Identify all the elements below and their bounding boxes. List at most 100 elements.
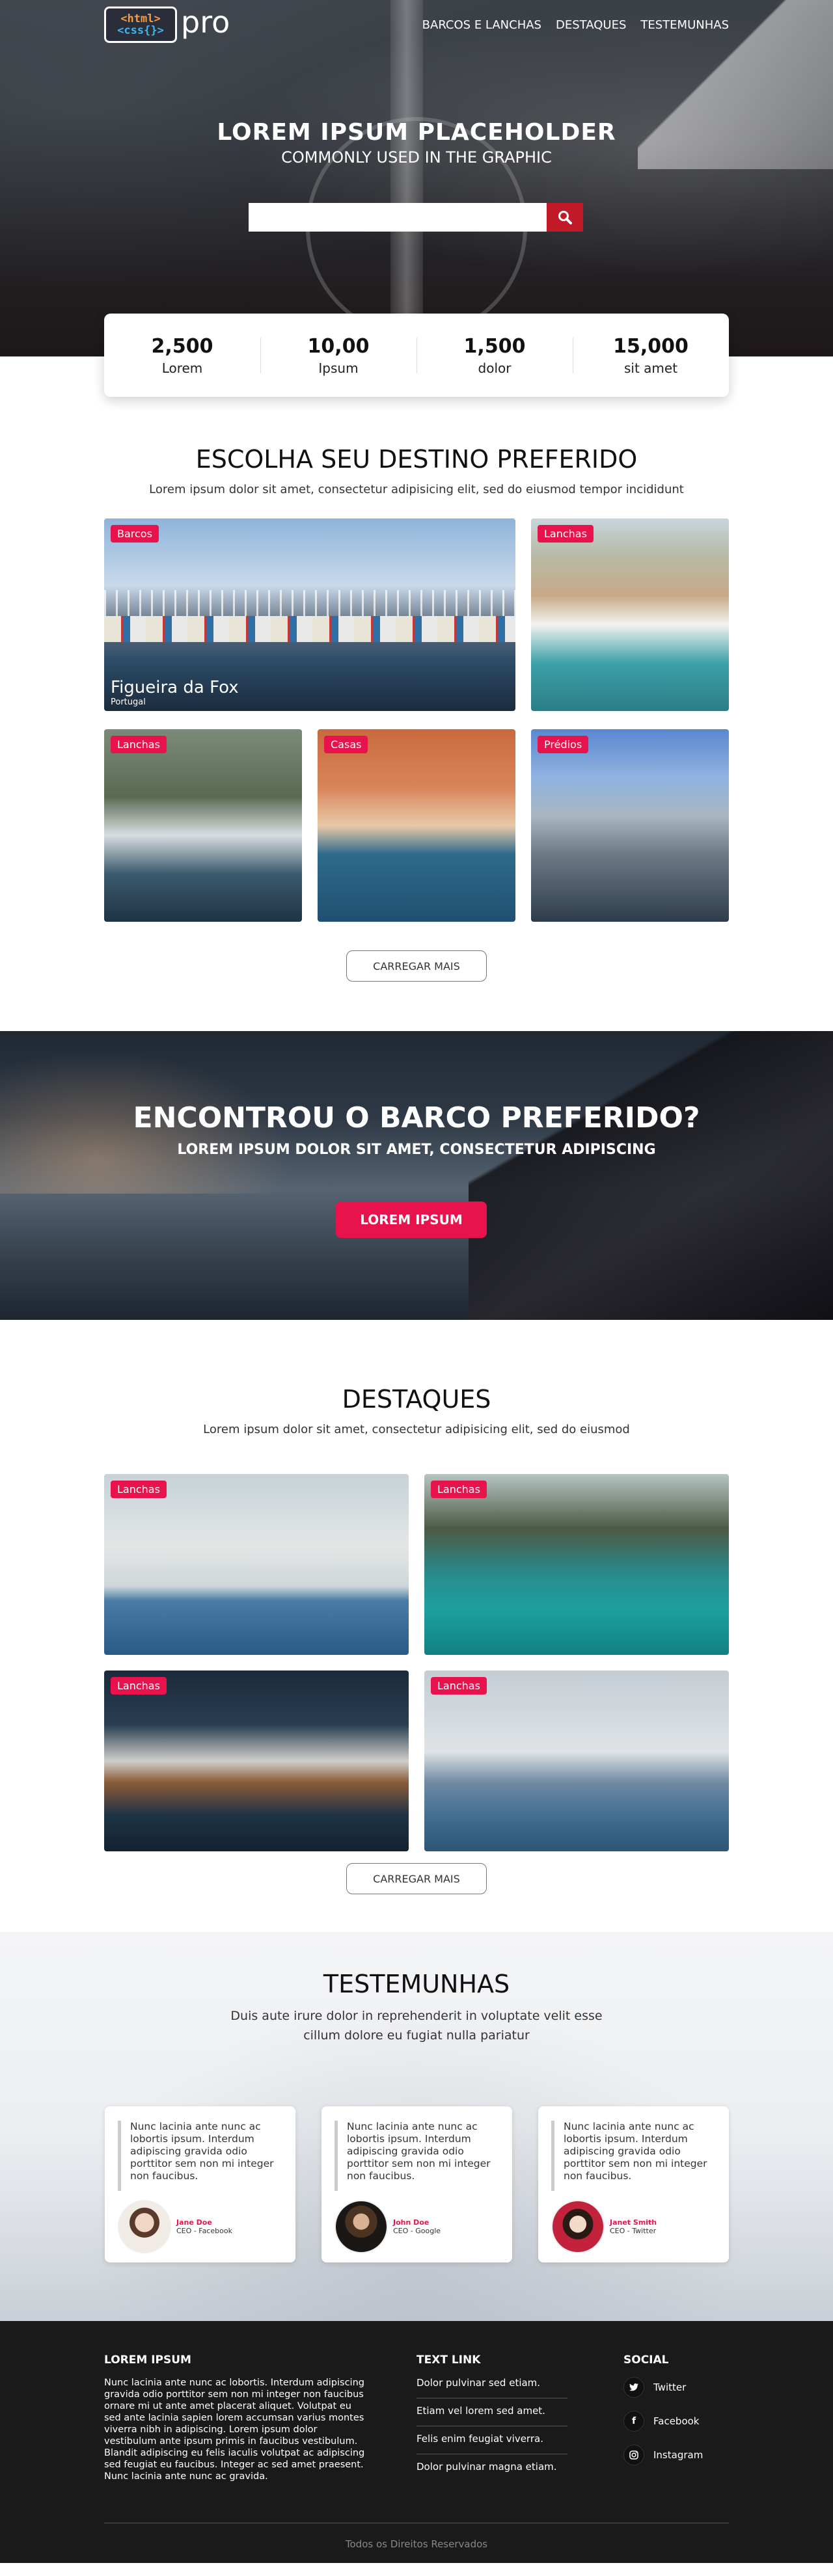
- author-name: John Doe: [393, 2218, 430, 2227]
- destinations-grid: Barcos Figueira da Fox Portugal Lanchas …: [104, 518, 729, 922]
- search-icon: [558, 211, 572, 224]
- footer-social-title: SOCIAL: [623, 2354, 669, 2367]
- category-tag: Prédios: [538, 736, 589, 753]
- testimonial-cards: Nunc lacinia ante nunc ac lobortis ipsum…: [104, 2106, 729, 2262]
- avatar: [335, 2200, 388, 2253]
- main-menu: BARCOS E LANCHAS DESTAQUES TESTEMUNHAS: [422, 18, 729, 32]
- card-caption-title: Figueira da Fox: [111, 678, 239, 697]
- destinations-section: ESCOLHA SEU DESTINO PREFERIDO Lorem ipsu…: [0, 397, 833, 982]
- category-tag: Lanchas: [111, 1481, 167, 1498]
- footer-link[interactable]: Etiam vel lorem sed amet.: [416, 2398, 567, 2426]
- hero-section: <html> <css{}> pro BARCOS E LANCHAS DEST…: [0, 0, 833, 356]
- category-tag: Lanchas: [431, 1481, 487, 1498]
- featured-section: DESTAQUES Lorem ipsum dolor sit amet, co…: [0, 1320, 833, 1894]
- facebook-icon: f: [623, 2411, 644, 2432]
- search-input[interactable]: [249, 203, 547, 232]
- stat-item: 10,00 Ipsum: [260, 335, 416, 376]
- testimonial-quote: Nunc lacinia ante nunc ac lobortis ipsum…: [551, 2121, 715, 2191]
- destinations-title: ESCOLHA SEU DESTINO PREFERIDO: [195, 445, 638, 474]
- category-tag: Barcos: [111, 525, 159, 543]
- testimonials-section: TESTEMUNHAS Duis aute irure dolor in rep…: [0, 1932, 833, 2321]
- testimonial-card: Nunc lacinia ante nunc ac lobortis ipsum…: [105, 2106, 295, 2262]
- social-label: Twitter: [653, 2381, 687, 2393]
- testimonial-quote: Nunc lacinia ante nunc ac lobortis ipsum…: [118, 2121, 281, 2191]
- author-role: CEO - Facebook: [176, 2227, 232, 2235]
- author-role: CEO - Google: [393, 2227, 441, 2235]
- category-tag: Casas: [324, 736, 368, 753]
- testimonial-author: Janet Smith CEO - Twitter: [551, 2200, 657, 2253]
- destinations-subtitle: Lorem ipsum dolor sit amet, consectetur …: [149, 483, 684, 496]
- avatar: [118, 2200, 171, 2253]
- site-logo[interactable]: <html> <css{}> pro: [104, 7, 230, 43]
- footer-links: TEXT LINK Dolor pulvinar sed etiam. Etia…: [416, 2354, 567, 2482]
- copyright-text: Todos os Direitos Reservados: [345, 2538, 488, 2550]
- footer-about: LOREM IPSUM Nunc lacinia ante nunc ac lo…: [104, 2354, 371, 2482]
- footer-links-title: TEXT LINK: [416, 2354, 481, 2367]
- testimonial-card: Nunc lacinia ante nunc ac lobortis ipsum…: [321, 2106, 512, 2262]
- marina-boats-image: [104, 616, 515, 642]
- search-bar: [249, 203, 583, 232]
- menu-item-testemunhas[interactable]: TESTEMUNHAS: [640, 18, 729, 32]
- hero-subtitle: COMMONLY USED IN THE GRAPHIC: [281, 148, 552, 167]
- card-caption: Figueira da Fox Portugal: [111, 678, 239, 707]
- stat-item: 15,000 sit amet: [573, 335, 729, 376]
- destination-card[interactable]: Lanchas: [531, 518, 729, 711]
- logo-pro-text: pro: [181, 5, 230, 40]
- banner-cta-button[interactable]: LOREM IPSUM: [336, 1201, 487, 1238]
- social-link-instagram[interactable]: Instagram: [623, 2445, 728, 2465]
- stat-item: 2,500 Lorem: [104, 335, 260, 376]
- category-tag: Lanchas: [538, 525, 594, 543]
- card-caption-subtitle: Portugal: [111, 697, 146, 707]
- featured-boat-card[interactable]: Lanchas: [424, 1670, 729, 1851]
- author-name: Janet Smith: [610, 2218, 657, 2227]
- stat-value: 1,500: [463, 334, 526, 358]
- stat-label: Lorem: [161, 360, 203, 376]
- logo-css-text: <css{}>: [117, 24, 164, 37]
- menu-item-barcos[interactable]: BARCOS E LANCHAS: [422, 18, 541, 32]
- logo-badge: <html> <css{}>: [104, 7, 177, 43]
- destination-card[interactable]: Prédios: [531, 729, 729, 922]
- featured-boat-card[interactable]: Lanchas: [424, 1474, 729, 1655]
- category-tag: Lanchas: [111, 736, 167, 753]
- destination-card[interactable]: Casas: [318, 729, 515, 922]
- footer-social: SOCIAL Twitter f Facebook Instagram: [623, 2354, 728, 2478]
- hero-title: LOREM IPSUM PLACEHOLDER: [217, 119, 616, 146]
- load-more-featured-button[interactable]: CARREGAR MAIS: [346, 1863, 487, 1894]
- stat-value: 15,000: [613, 334, 689, 358]
- testimonial-author: John Doe CEO - Google: [335, 2200, 441, 2253]
- banner-subtitle: LOREM IPSUM DOLOR SIT AMET, CONSECTETUR …: [177, 1142, 656, 1158]
- stat-label: dolor: [478, 360, 512, 376]
- footer-about-title: LOREM IPSUM: [104, 2354, 191, 2367]
- testimonials-subtitle-line1: Duis aute irure dolor in reprehenderit i…: [230, 2009, 603, 2023]
- top-navigation: <html> <css{}> pro BARCOS E LANCHAS DEST…: [104, 7, 729, 43]
- testimonial-card: Nunc lacinia ante nunc ac lobortis ipsum…: [538, 2106, 729, 2262]
- social-link-twitter[interactable]: Twitter: [623, 2377, 728, 2398]
- stat-label: sit amet: [623, 360, 678, 376]
- footer-link[interactable]: Dolor pulvinar sed etiam.: [416, 2377, 567, 2398]
- featured-boat-card[interactable]: Lanchas: [104, 1670, 409, 1851]
- destination-card-featured[interactable]: Barcos Figueira da Fox Portugal: [104, 518, 515, 711]
- search-button[interactable]: [547, 203, 583, 232]
- menu-item-destaques[interactable]: DESTAQUES: [556, 18, 626, 32]
- logo-html-text: <html>: [120, 12, 161, 25]
- stat-label: Ipsum: [318, 360, 359, 376]
- cta-banner: ENCONTROU O BARCO PREFERIDO? LOREM IPSUM…: [0, 1031, 833, 1320]
- category-tag: Lanchas: [111, 1677, 167, 1695]
- social-label: Facebook: [653, 2415, 700, 2427]
- author-name: Jane Doe: [176, 2218, 212, 2227]
- category-tag: Lanchas: [431, 1677, 487, 1695]
- footer-link[interactable]: Felis enim feugiat viverra.: [416, 2426, 567, 2454]
- footer-link[interactable]: Dolor pulvinar magna etiam.: [416, 2454, 567, 2482]
- author-role: CEO - Twitter: [610, 2227, 657, 2235]
- destination-card[interactable]: Lanchas: [104, 729, 302, 922]
- footer-about-text: Nunc lacinia ante nunc ac lobortis. Inte…: [104, 2378, 365, 2482]
- social-link-facebook[interactable]: f Facebook: [623, 2411, 728, 2432]
- social-label: Instagram: [653, 2449, 703, 2461]
- load-more-destinations-button[interactable]: CARREGAR MAIS: [346, 950, 487, 982]
- testimonials-subtitle-line2: cillum dolore eu fugiat nulla pariatur: [303, 2028, 530, 2043]
- featured-boat-card[interactable]: Lanchas: [104, 1474, 409, 1655]
- footer-columns: LOREM IPSUM Nunc lacinia ante nunc ac lo…: [104, 2321, 729, 2550]
- avatar: [551, 2200, 605, 2253]
- site-footer: LOREM IPSUM Nunc lacinia ante nunc ac lo…: [0, 2321, 833, 2563]
- stat-value: 10,00: [307, 334, 370, 358]
